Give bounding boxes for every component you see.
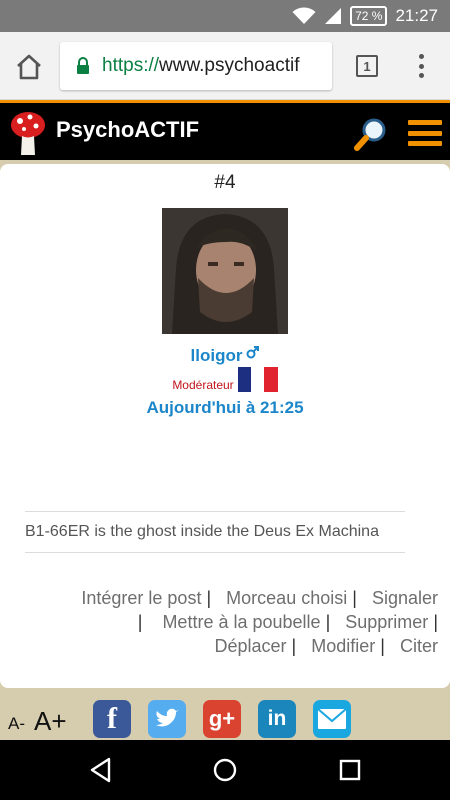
recents-icon[interactable] xyxy=(336,756,364,784)
embed-post-link[interactable]: Intégrer le post xyxy=(81,588,201,608)
hamburger-menu-icon[interactable] xyxy=(408,120,442,146)
separator: | xyxy=(206,588,212,608)
report-link[interactable]: Signaler xyxy=(372,588,438,608)
separator: | xyxy=(325,612,331,632)
username-link[interactable]: lloigor xyxy=(191,346,243,365)
font-decrease-button[interactable]: A- xyxy=(8,714,25,734)
site-header: PsychoACTIF xyxy=(0,100,450,160)
clock: 21:27 xyxy=(395,6,438,25)
twitter-share-icon[interactable] xyxy=(148,700,186,738)
user-signature: B1-66ER is the ghost inside the Deus Ex … xyxy=(25,511,405,553)
url-host: www.psychoactif xyxy=(159,55,300,76)
post-date-link[interactable]: Aujourd'hui à 21:25 xyxy=(0,398,450,418)
post-card: #4 lloigor Modérateur Aujourd'hui à 21:2… xyxy=(0,164,450,688)
android-nav-bar xyxy=(0,740,450,800)
back-icon[interactable] xyxy=(87,756,115,784)
facebook-share-icon[interactable]: f xyxy=(93,700,131,738)
cell-signal-icon xyxy=(325,8,342,24)
browser-toolbar: https://www.psychoactif 1 xyxy=(0,32,450,100)
moderator-badge: Modérateur xyxy=(172,378,234,392)
site-title[interactable]: PsychoACTIF xyxy=(56,117,199,143)
quote-link[interactable]: Citer xyxy=(400,636,438,656)
male-gender-icon xyxy=(246,346,260,359)
post-actions-line-1: Intégrer le post | Morceau choisi | Sign… xyxy=(20,586,438,610)
battery-level: 72 % xyxy=(355,9,383,23)
lock-icon xyxy=(77,57,89,74)
edit-link[interactable]: Modifier xyxy=(311,636,375,656)
search-icon[interactable] xyxy=(354,116,388,152)
separator: | xyxy=(291,636,297,656)
post-number[interactable]: #4 xyxy=(0,172,450,194)
address-bar[interactable]: https://www.psychoactif xyxy=(60,42,332,90)
move-link[interactable]: Déplacer xyxy=(214,636,286,656)
browser-menu-button[interactable] xyxy=(414,52,428,80)
status-icons: 72 % 21:27 xyxy=(292,0,438,32)
trash-link[interactable]: Mettre à la poubelle xyxy=(162,612,320,632)
status-bar: 72 % 21:27 xyxy=(0,0,450,32)
tab-count: 1 xyxy=(363,58,371,74)
email-share-icon[interactable] xyxy=(313,700,351,738)
separator: | xyxy=(352,588,357,608)
separator: | xyxy=(433,612,438,632)
user-role-row: Modérateur xyxy=(0,366,450,392)
france-flag-icon xyxy=(237,366,278,392)
menu-dot xyxy=(418,63,424,69)
envelope-icon xyxy=(317,708,347,729)
font-increase-button[interactable]: A+ xyxy=(34,706,67,737)
url-scheme: https:// xyxy=(102,55,160,76)
bird-icon xyxy=(156,708,179,727)
user-avatar[interactable] xyxy=(162,208,288,334)
post-actions-line-3: Déplacer | Modifier | Citer xyxy=(20,634,438,658)
wifi-icon xyxy=(292,7,316,24)
tab-switcher-button[interactable]: 1 xyxy=(356,55,378,77)
delete-link[interactable]: Supprimer xyxy=(345,612,428,632)
menu-dot xyxy=(418,73,424,78)
separator: | xyxy=(380,636,385,656)
menu-dot xyxy=(418,54,424,59)
home-icon[interactable] xyxy=(14,52,44,82)
separator: | xyxy=(137,612,143,632)
username-row: lloigor xyxy=(0,346,450,366)
post-actions: Intégrer le post | Morceau choisi | Sign… xyxy=(20,586,438,658)
google-plus-share-icon[interactable]: g+ xyxy=(203,700,241,738)
battery-indicator: 72 % xyxy=(350,6,388,26)
post-actions-line-2: | Mettre à la poubelle | Supprimer | xyxy=(20,610,438,634)
selected-excerpt-link[interactable]: Morceau choisi xyxy=(226,588,347,608)
linkedin-share-icon[interactable]: in xyxy=(258,700,296,738)
home-nav-icon[interactable] xyxy=(211,756,239,784)
mushroom-logo-icon[interactable] xyxy=(8,109,48,157)
